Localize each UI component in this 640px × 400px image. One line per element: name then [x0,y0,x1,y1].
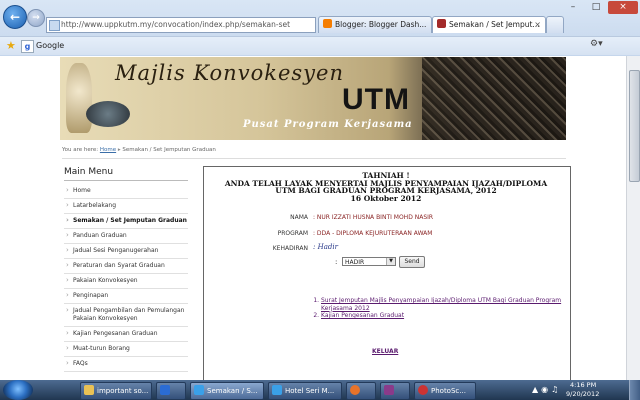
forward-arrow-icon: → [32,13,40,23]
tab-semakan[interactable]: Semakan / Set Jemput... × [432,16,546,33]
taskbar-bluetooth[interactable] [156,382,186,400]
select-colon: : [335,258,338,266]
attendance-select[interactable]: HADIR ▼ [342,257,396,266]
tab-blogger[interactable]: Blogger: Blogger Dash... [318,16,432,33]
congratulations-heading: TAHNIAH ! ANDA TELAH LAYAK MENYERTAI MAJ… [203,172,569,202]
close-icon[interactable]: × [608,1,638,14]
sidebar-item-panduan[interactable]: Panduan Graduan [64,229,188,244]
banner-utm: UTM [342,83,410,116]
banner-subtitle: Pusat Program Kerjasama [243,119,413,130]
kehadiran-value: : Hadir [313,243,338,251]
banner-title: Majlis Konvokesyen [115,61,344,85]
nama-label: NAMA [290,214,308,221]
nama-value: : NUR IZZATI HUSNA BINTI MOHD NASIR [313,214,434,221]
sidebar-item-penginapan[interactable]: Penginapan [64,289,188,304]
taskbar-ie-semakan[interactable]: Semakan / S... [190,382,264,400]
sidebar-item-borang[interactable]: Muat-turun Borang [64,342,188,357]
google-icon: g [21,40,34,53]
folder-icon [84,385,94,395]
program-label: PROGRAM [277,230,308,237]
chevron-down-icon: ▼ [386,258,395,265]
sidebar-item-jadual-pakaian[interactable]: Jadual Pengambilan dan Pemulangan Pakaia… [64,304,188,327]
show-desktop-button[interactable] [629,380,640,400]
surat-jemputan-link[interactable]: Surat Jemputan Majlis Penyampaian Ijazah… [321,297,561,312]
taskbar-folder[interactable]: important so... [80,382,152,400]
bluetooth-icon [160,385,170,395]
taskbar-photoscape[interactable]: PhotoSc... [414,382,476,400]
program-value: : DDA - DIPLOMA KEJURUTERAAN AWAM [313,230,433,237]
tools-icon[interactable]: ⚙▾ [590,39,603,49]
ie-icon [272,385,282,395]
tab-label: Blogger: Blogger Dash... [335,20,427,29]
sidebar-item-faqs[interactable]: FAQs [64,357,188,372]
sidebar-item-latarbelakang[interactable]: Latarbelakang [64,199,188,214]
close-tab-icon[interactable]: × [534,17,541,33]
ie-icon [194,385,204,395]
taskbar-label: important so... [97,387,149,395]
sidebar-menu: Home Latarbelakang Semakan / Set Jemputa… [64,184,188,372]
new-tab-button[interactable] [546,16,564,33]
back-button[interactable]: ← [3,5,27,29]
start-button[interactable] [3,380,33,400]
taskbar-firefox[interactable] [346,382,376,400]
breadcrumb-current: Semakan / Set Jemputan Graduan [122,147,216,153]
sidebar-item-pakaian[interactable]: Pakaian Konvokesyen [64,274,188,289]
sidebar-item-home[interactable]: Home [64,184,188,199]
kajian-pengesanan-link[interactable]: Kajian Pengesanan Graduat [321,312,404,319]
sidebar-item-jadual-sesi[interactable]: Jadual Sesi Penganugerahan [64,244,188,259]
breadcrumb-separator: ▸ [117,147,121,153]
scrollbar-thumb[interactable] [629,70,640,182]
divider [62,158,566,159]
star-icon[interactable]: ★ [6,40,16,51]
tray-icons[interactable]: ▲◉♫ [532,385,561,394]
document-links: Surat Jemputan Majlis Penyampaian Ijazah… [312,297,572,320]
sidebar-title: Main Menu [64,167,114,177]
taskbar-label: Hotel Seri M... [285,387,335,395]
send-button[interactable]: Send [399,256,425,268]
keris-hilt [86,101,130,127]
maximize-icon[interactable]: □ [585,1,607,14]
sidebar-item-semakan[interactable]: Semakan / Set Jemputan Graduan [64,214,188,229]
firefox-icon [350,385,360,395]
taskbar-ie-hotel[interactable]: Hotel Seri M... [268,382,342,400]
window-controls: – □ × [562,1,638,14]
minimize-icon[interactable]: – [562,1,584,14]
breadcrumb-prefix: You are here: [62,147,99,153]
media-icon [384,385,394,395]
clock-time[interactable]: 4:16 PM [570,381,596,389]
select-value: HADIR [345,259,365,266]
taskbar-media[interactable] [380,382,410,400]
keris-ornament [66,63,92,133]
back-arrow-icon: ← [9,10,21,24]
logout-link[interactable]: KELUAR [372,348,398,355]
tab-label: Semakan / Set Jemput... [449,20,540,29]
heading-line: 16 Oktober 2012 [350,193,422,203]
page-icon [49,20,60,31]
sidebar-item-peraturan[interactable]: Peraturan dan Syarat Graduan [64,259,188,274]
header-banner: Majlis Konvokesyen UTM Pusat Program Ker… [60,57,566,140]
songket-pattern [422,57,566,140]
breadcrumb-home[interactable]: Home [100,147,116,153]
list-item: Surat Jemputan Majlis Penyampaian Ijazah… [321,297,572,312]
forward-button[interactable]: → [27,9,45,27]
photoscape-icon [418,385,428,395]
taskbar-label: PhotoSc... [431,387,466,395]
address-bar[interactable]: http://www.uppkutm.my/convocation/index.… [46,17,316,33]
taskbar-label: Semakan / S... [207,387,258,395]
kehadiran-label: KEHADIRAN [272,245,308,252]
site-icon [437,19,446,28]
google-favorite[interactable]: Google [36,40,64,51]
sidebar-item-kajian[interactable]: Kajian Pengesanan Graduan [64,327,188,342]
clock-date[interactable]: 9/20/2012 [566,390,599,398]
address-text: http://www.uppkutm.my/convocation/index.… [61,20,291,29]
breadcrumb: You are here: Home ▸ Semakan / Set Jempu… [62,147,216,153]
favorites-bar: ★ g Google [0,36,640,55]
divider [64,180,188,181]
scrollbar[interactable] [626,56,640,380]
blogger-icon [323,19,332,28]
list-item: Kajian Pengesanan Graduat [321,312,572,320]
